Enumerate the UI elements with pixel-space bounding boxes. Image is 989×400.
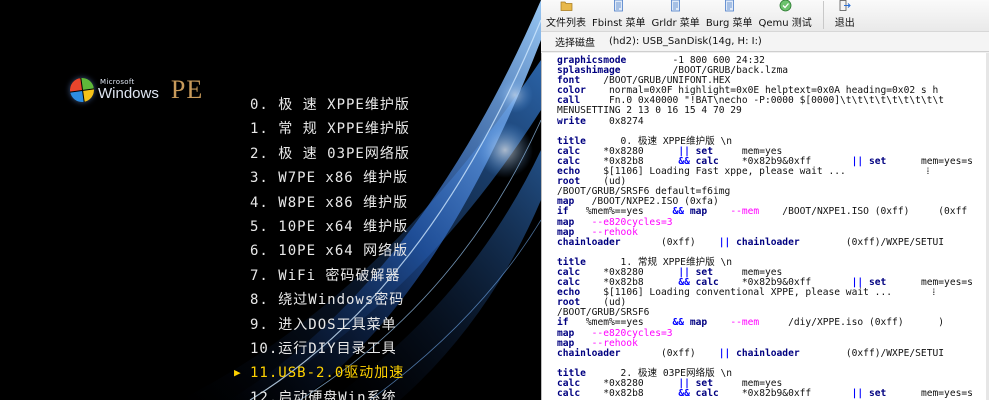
editor-line: chainloader (0xff) || chainloader (0xff)… bbox=[557, 236, 989, 248]
boot-menu-item-label: 9. 进入DOS工具菜单 bbox=[250, 316, 397, 333]
editor-line: write 0x8274 bbox=[557, 115, 989, 127]
editor-token: /diy/XPPE.iso (0xff) ) bbox=[759, 317, 945, 329]
editor-token: (0xff) bbox=[620, 236, 719, 248]
boot-menu-item[interactable]: ▶ 11.USB-2.0驱动加速 bbox=[234, 362, 410, 386]
boot-menu-item-label: 5. 10PE x64 维护版 bbox=[250, 218, 409, 235]
editor-token: *0x82b8 bbox=[580, 388, 679, 400]
editor-token: chainloader bbox=[557, 236, 621, 248]
editor-token: chainloader bbox=[736, 236, 800, 248]
boot-menu-item[interactable]: 8. 绕过Windows密码 bbox=[250, 289, 410, 313]
qemu-test-button[interactable]: Qemu 测试 bbox=[755, 0, 814, 31]
editor-token: *0x82b9&0xff bbox=[718, 388, 852, 400]
menu-text-editor[interactable]: graphicsmode -1 800 600 24:32 splashimage… bbox=[541, 53, 989, 400]
boot-menu-item-label: 6. 10PE x64 网络版 bbox=[250, 243, 409, 260]
logo-pe-text: PE bbox=[170, 75, 204, 104]
boot-menu-item-label: 4. W8PE x86 维护版 bbox=[250, 194, 409, 211]
disk-select[interactable]: (hd2): USB_SanDisk(14g, H: I:) bbox=[605, 36, 762, 47]
boot-menu-list: 0. 极 速 XPPE维护版 1. 常 规 XPPE维护版 2. 极 速 03PE网… bbox=[234, 94, 410, 400]
editor-token: write bbox=[557, 115, 586, 127]
boot-menu-item-label: 12.启动硬盘Win系统 bbox=[250, 389, 397, 400]
editor-token: ⁞ bbox=[845, 166, 930, 178]
editor-token: map bbox=[689, 317, 708, 329]
exit-button[interactable]: 退出 bbox=[832, 0, 858, 31]
editor-token: || bbox=[851, 388, 864, 400]
boot-menu-item-label: 11.USB-2.0驱动加速 bbox=[250, 365, 405, 382]
document-icon bbox=[671, 0, 681, 12]
editor-token: map bbox=[689, 206, 708, 218]
editor-token: && bbox=[672, 206, 685, 218]
toolbar: 文件列表 Fbinst 菜单 Grldr 菜单 Burg 菜单 Qemu 测试 … bbox=[541, 0, 989, 32]
grldr-menu-label: Grldr 菜单 bbox=[651, 18, 700, 29]
boot-menu-item[interactable]: 9. 进入DOS工具菜单 bbox=[250, 314, 410, 338]
editor-token: calc bbox=[695, 388, 719, 400]
editor-token: mem=yes=s bbox=[886, 388, 973, 400]
editor-token: (0xff)/WXPE/SETUI bbox=[799, 236, 945, 248]
editor-token: set bbox=[868, 388, 887, 400]
selection-marker-icon: ▶ bbox=[234, 366, 242, 380]
editor-token: || bbox=[718, 236, 731, 248]
windows-flag-icon bbox=[68, 76, 96, 104]
boot-menu-item[interactable]: 7. WiFi 密码破解器 bbox=[250, 265, 410, 289]
exit-label: 退出 bbox=[834, 18, 855, 29]
folder-icon bbox=[560, 1, 572, 11]
windows-pe-logo: Microsoft Windows PE bbox=[68, 74, 204, 106]
fbinst-menu-label: Fbinst 菜单 bbox=[592, 18, 646, 29]
editor-token: $[1106] Loading conventional XPPE, pleas… bbox=[580, 287, 893, 299]
boot-menu-item[interactable]: 12.启动硬盘Win系统 bbox=[250, 387, 410, 400]
boot-menu-item[interactable]: 3. W7PE x86 维护版 bbox=[250, 167, 410, 191]
boot-menu-item-label: 2. 极 速 03PE网络版 bbox=[250, 145, 410, 162]
boot-menu-item[interactable]: 10.运行DIY目录工具 bbox=[250, 338, 410, 362]
boot-menu-item[interactable]: 5. 10PE x64 维护版 bbox=[250, 216, 410, 240]
boot-menu-item-label: 1. 常 规 XPPE维护版 bbox=[250, 121, 410, 138]
boot-menu-item[interactable]: 4. W8PE x86 维护版 bbox=[250, 192, 410, 216]
toolbar-separator bbox=[822, 1, 824, 29]
editor-token: chainloader bbox=[557, 347, 621, 359]
editor-token: (0xff) bbox=[620, 347, 719, 359]
select-disk-label: 选择磁盘 bbox=[555, 38, 595, 49]
editor-line: calc *0x82b8 && calc *0x82b9&0xff || set… bbox=[557, 389, 989, 399]
boot-menu-item-label: 0. 极 速 XPPE维护版 bbox=[250, 97, 410, 113]
editor-token: && bbox=[678, 388, 690, 400]
editor-token bbox=[707, 206, 730, 217]
boot-menu-item-label: 8. 绕过Windows密码 bbox=[250, 292, 405, 309]
boot-menu-item-label: 10.运行DIY目录工具 bbox=[250, 340, 397, 357]
boot-menu-item-label: 7. WiFi 密码破解器 bbox=[250, 267, 401, 284]
editor-token: --mem bbox=[730, 206, 760, 218]
exit-icon bbox=[839, 0, 852, 11]
burg-menu-button[interactable]: Burg 菜单 bbox=[703, 0, 756, 31]
fbinst-menu-button[interactable]: Fbinst 菜单 bbox=[589, 0, 649, 31]
editor-token: (0xff)/WXPE/SETUI bbox=[799, 347, 945, 359]
boot-menu-item[interactable]: 1. 常 规 XPPE维护版 bbox=[250, 118, 410, 142]
editor-token bbox=[707, 317, 730, 328]
boot-menu-item[interactable]: 6. 10PE x64 网络版 bbox=[250, 240, 410, 264]
editor-token: ⁞ bbox=[892, 287, 936, 299]
qemu-icon bbox=[779, 0, 792, 12]
editor-token: || bbox=[718, 347, 731, 359]
grldr-menu-button[interactable]: Grldr 菜单 bbox=[649, 0, 703, 31]
file-list-label: 文件列表 bbox=[546, 18, 586, 29]
boot-menu-item[interactable]: 0. 极 速 XPPE维护版 bbox=[250, 94, 410, 118]
boot-menu-item-label: 3. W7PE x86 维护版 bbox=[250, 170, 409, 187]
burg-menu-label: Burg 菜单 bbox=[705, 18, 753, 29]
editor-token: --mem bbox=[730, 317, 760, 329]
document-icon bbox=[724, 0, 734, 12]
editor-line: chainloader (0xff) || chainloader (0xff)… bbox=[557, 347, 989, 359]
boot-menu-item[interactable]: 2. 极 速 03PE网络版 bbox=[250, 143, 410, 167]
document-icon bbox=[614, 0, 624, 12]
file-list-button[interactable]: 文件列表 bbox=[543, 0, 589, 31]
editor-token: chainloader bbox=[736, 347, 800, 359]
editor-token: && bbox=[672, 317, 685, 329]
disk-selector-bar: 选择磁盘 (hd2): USB_SanDisk(14g, H: I:) bbox=[541, 32, 989, 52]
logo-windows-text: Windows bbox=[98, 85, 159, 102]
qemu-test-label: Qemu 测试 bbox=[758, 18, 812, 29]
editor-token: /BOOT/NXPE1.ISO (0xff) (0xff bbox=[759, 206, 968, 218]
editor-token: calc bbox=[557, 388, 581, 400]
boot-menu-screen: Microsoft Windows PE 0. 极 速 XPPE维护版 1. 常 … bbox=[0, 0, 541, 400]
editor-token: 0x8274 bbox=[585, 115, 644, 127]
menu-editor-window: 文件列表 Fbinst 菜单 Grldr 菜单 Burg 菜单 Qemu 测试 … bbox=[541, 0, 989, 400]
